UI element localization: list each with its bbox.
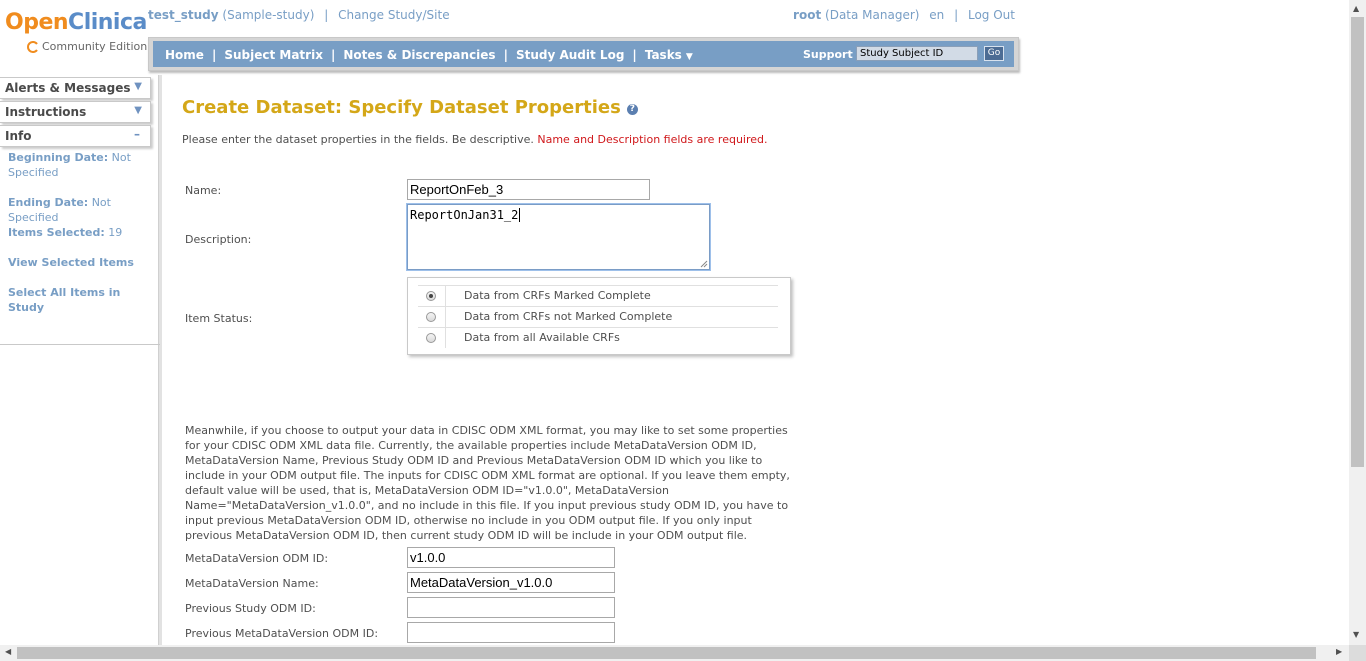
odm-explanation: Meanwhile, if you choose to output your … [185,424,790,542]
sidebar-tab-label: Instructions [5,105,87,119]
collapse-icon: – [134,127,140,141]
description-label: Description: [185,233,252,246]
separator: | [954,8,959,22]
nav-menu: Home | Subject Matrix | Notes & Discrepancie… [165,48,693,62]
help-icon[interactable]: ? [626,104,638,115]
separator: | [330,48,336,62]
instructions: Please enter the dataset properties in t… [182,133,768,146]
separator: | [632,48,637,62]
logo-wordmark: OpenClinica [5,10,147,35]
scroll-down-icon[interactable]: ▼ [1353,630,1359,639]
scroll-thumb[interactable] [1351,17,1364,467]
triangle-down-icon: ▼ [134,105,142,116]
items-selected-label: Items Selected: [8,226,105,239]
separator: | [211,48,217,62]
prev-study-input[interactable] [407,597,615,618]
required-note: Name and Description fields are required… [537,133,768,146]
select-all-items-link[interactable]: Select All Items in Study [8,285,154,315]
radio-button[interactable] [426,291,436,301]
support-link[interactable]: Support [803,48,853,61]
radio-button[interactable] [426,333,436,343]
nav-container: Home | Subject Matrix | Notes & Discrepancie… [148,37,1019,71]
nav-subject-matrix[interactable]: Subject Matrix [224,48,323,62]
radio-button[interactable] [426,312,436,322]
scroll-thumb[interactable] [17,647,1316,659]
sidebar-tab-label: Alerts & Messages [5,81,131,95]
name-input[interactable]: ReportOnFeb_3 [407,179,650,200]
ending-date-label: Ending Date: [8,196,89,209]
separator: | [324,8,329,22]
nav-notes-discrepancies[interactable]: Notes & Discrepancies [343,48,495,62]
scroll-right-icon[interactable]: ▶ [1336,647,1342,656]
nav-study-audit-log[interactable]: Study Audit Log [516,48,624,62]
mdv-id-input[interactable]: v1.0.0 [407,547,615,568]
sidebar-tab-instructions[interactable]: Instructions ▼ [0,101,151,123]
item-status-options: Data from CRFs Marked Complete Data from… [407,277,791,355]
nav-bar: Home | Subject Matrix | Notes & Discrepancie… [153,41,1014,67]
sidebar-tab-label: Info [5,129,32,143]
status-option-label: Data from all Available CRFs [464,331,620,344]
nav-home[interactable]: Home [165,48,204,62]
mdv-name-label: MetaDataVersion Name: [185,577,319,590]
instructions-text: Please enter the dataset properties in t… [182,133,534,146]
go-button[interactable]: Go [984,46,1004,61]
status-option-label: Data from CRFs Marked Complete [464,289,651,302]
nav-tasks-label: Tasks [644,48,682,62]
prev-mdv-label: Previous MetaDataVersion ODM ID: [185,627,379,640]
vertical-scrollbar[interactable]: ▲ ▼ [1349,0,1366,645]
logout-link[interactable]: Log Out [968,8,1015,22]
items-selected-value: 19 [108,226,123,239]
description-textarea[interactable]: ReportOnJan31_2 [406,203,711,271]
chevron-down-icon: ▼ [685,52,693,62]
user-role: (Data Manager) [825,8,920,22]
beginning-date: Beginning Date: Not Specified [8,150,154,180]
mdv-name-input[interactable]: MetaDataVersion_v1.0.0 [407,572,615,593]
ending-date: Ending Date: Not Specified [8,195,154,225]
status-option-label: Data from CRFs not Marked Complete [464,310,673,323]
prev-mdv-input[interactable] [407,622,615,643]
triangle-down-icon: ▼ [134,81,142,92]
row-divider [445,286,446,306]
page-title-text: Create Dataset: Specify Dataset Properti… [182,97,621,118]
mdv-id-label: MetaDataVersion ODM ID: [185,552,329,565]
logo-swirl-icon [27,41,38,53]
description-text: ReportOnJan31_2 [410,208,519,222]
beginning-date-label: Beginning Date: [8,151,109,164]
resize-grip-icon[interactable] [700,260,708,268]
page-title: Create Dataset: Specify Dataset Properti… [182,97,638,118]
horizontal-scrollbar[interactable]: ◀ ▶ [0,645,1349,661]
sidebar-tab-info[interactable]: Info – [0,125,151,147]
study-name: test_study [148,8,219,22]
scroll-left-icon[interactable]: ◀ [5,647,11,656]
user-info: root (Data Manager) en | Log Out [793,8,1015,22]
view-selected-items-link[interactable]: View Selected Items [8,255,154,270]
text-cursor [519,208,521,222]
nav-tasks[interactable]: Tasks ▼ [645,48,693,62]
logo-edition: Community Edition [42,40,148,53]
prev-study-label: Previous Study ODM ID: [185,602,316,615]
scroll-up-icon[interactable]: ▲ [1353,4,1359,13]
status-option[interactable]: Data from CRFs not Marked Complete [418,306,778,327]
change-study-link[interactable]: Change Study/Site [338,8,450,22]
status-option[interactable]: Data from CRFs Marked Complete [418,285,778,306]
sidebar: Alerts & Messages ▼ Instructions ▼ Info … [0,77,160,661]
user-name: root [793,8,822,22]
sidebar-tab-alerts[interactable]: Alerts & Messages ▼ [0,77,151,99]
separator: | [503,48,508,62]
scrollbar-corner [1349,645,1366,661]
sidebar-info-panel: Beginning Date: Not Specified Ending Dat… [0,145,160,345]
status-option[interactable]: Data from all Available CRFs [418,327,778,348]
name-label: Name: [185,184,222,197]
study-info: test_study (Sample-study) | Change Study… [148,8,450,22]
subject-search-input[interactable]: Study Subject ID [856,46,978,61]
row-divider [445,328,446,348]
row-divider [445,307,446,327]
language-link[interactable]: en [929,8,944,22]
openclinica-logo: OpenClinica Community Edition [3,8,147,58]
items-selected: Items Selected: 19 [8,225,154,240]
item-status-label: Item Status: [185,312,253,325]
study-subtitle: (Sample-study) [222,8,315,22]
